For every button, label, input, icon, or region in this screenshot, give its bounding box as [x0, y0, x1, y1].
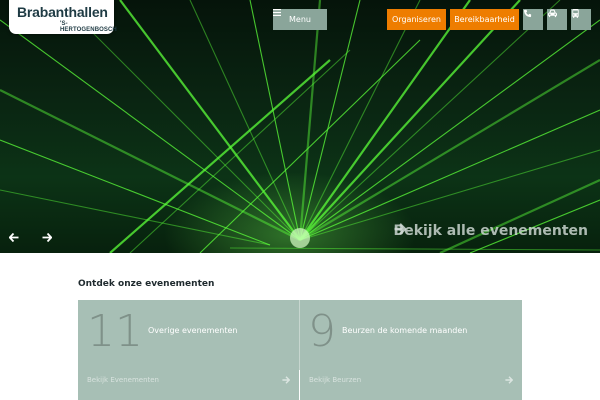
- laser-beam: [299, 0, 561, 241]
- laser-beam: [299, 0, 521, 241]
- laser-beam: [299, 0, 471, 241]
- phone-button[interactable]: [523, 9, 543, 30]
- laser-beam: [0, 19, 301, 241]
- laser-beam: [59, 0, 301, 241]
- laser-beam: [189, 0, 301, 241]
- hero-banner: Brabanthallen 'S-HERTOGENBOSCH Menu Orga…: [0, 0, 600, 253]
- events-card[interactable]: 11 Overige evenementen Bekijk Evenemente…: [78, 300, 299, 400]
- all-events-label: Bekijk alle evenementen: [393, 223, 588, 239]
- arrow-left-icon: [9, 233, 19, 242]
- laser-beam: [298, 0, 322, 241]
- phone-icon: [523, 9, 532, 18]
- car-icon: [548, 9, 557, 18]
- logo[interactable]: Brabanthallen 'S-HERTOGENBOSCH: [9, 0, 117, 34]
- bus-button[interactable]: [571, 9, 591, 30]
- slider-prev-button[interactable]: [9, 233, 23, 245]
- fairs-label: Beurzen de komende maanden: [342, 326, 468, 335]
- laser-beam: [249, 0, 301, 241]
- laser-source-glow: [290, 228, 310, 248]
- laser-beam: [0, 189, 271, 246]
- events-count: 11: [87, 306, 143, 357]
- events-link[interactable]: Bekijk Evenementen: [87, 376, 159, 384]
- section-title: Ontdek onze evenementen: [78, 279, 215, 289]
- fairs-count: 9: [308, 306, 336, 357]
- fairs-card[interactable]: 9 Beurzen de komende maanden Bekijk Beur…: [300, 300, 522, 400]
- bereikbaarheid-button[interactable]: Bereikbaarheid: [450, 9, 519, 30]
- laser-show-image: [0, 0, 600, 253]
- events-label: Overige evenementen: [148, 326, 238, 335]
- hamburger-icon: [273, 9, 281, 16]
- arrow-right-icon: [42, 233, 52, 242]
- logo-name: Brabanthallen: [17, 4, 108, 20]
- bus-icon: [572, 9, 579, 19]
- menu-label: Menu: [289, 15, 311, 24]
- menu-button[interactable]: Menu: [273, 9, 327, 30]
- arrow-right-icon: [282, 376, 290, 384]
- all-events-link[interactable]: Bekijk alle evenementen: [394, 223, 588, 239]
- fairs-link[interactable]: Bekijk Beurzen: [309, 376, 361, 384]
- arrow-right-icon: [394, 223, 406, 235]
- organiseren-button[interactable]: Organiseren: [387, 9, 446, 30]
- laser-beam: [0, 139, 271, 246]
- arrow-right-icon: [505, 376, 513, 384]
- logo-city: 'S-HERTOGENBOSCH: [60, 21, 117, 33]
- slider-next-button[interactable]: [42, 233, 56, 245]
- laser-beam: [229, 247, 600, 251]
- car-button[interactable]: [547, 9, 567, 30]
- laser-beam: [119, 0, 301, 241]
